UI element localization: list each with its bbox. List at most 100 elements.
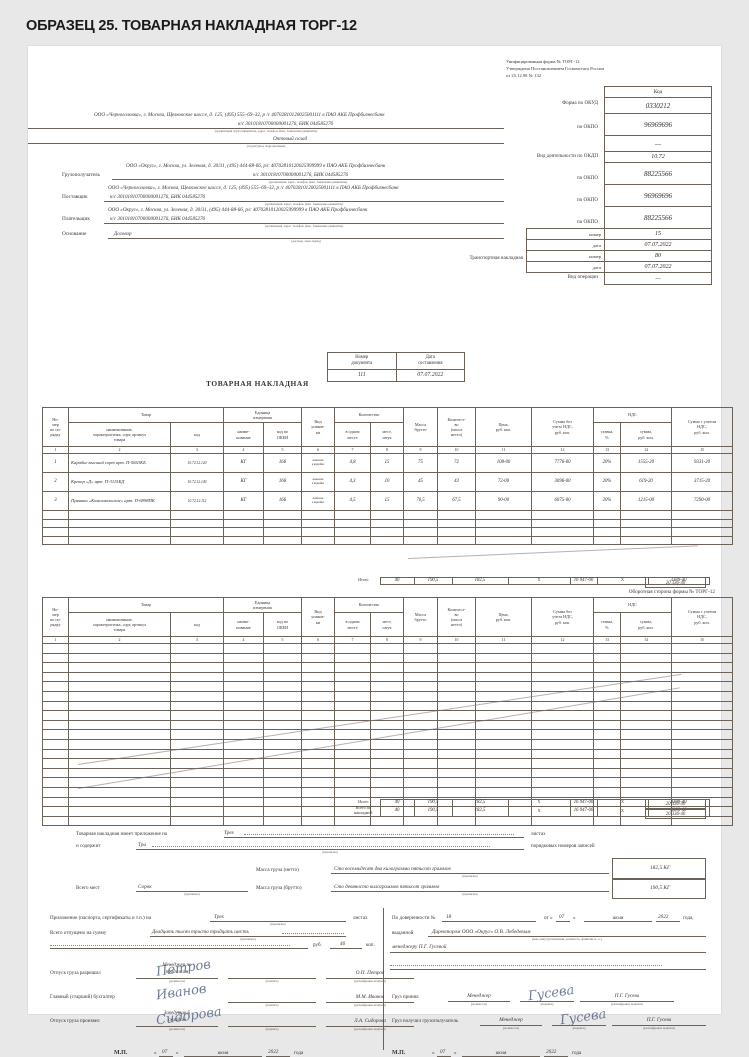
cell-empty (593, 786, 622, 798)
th-vat: НДС (593, 407, 673, 423)
cell-empty (671, 652, 734, 664)
stamp-label-left: М.П. (114, 1050, 128, 1056)
cell-empty (437, 671, 477, 683)
table-row-empty (42, 710, 734, 721)
cell-empty (263, 777, 302, 788)
cell-empty (223, 777, 264, 788)
th-sum-without-vat: Сумма без учета НДС, руб. коп. (531, 407, 595, 447)
cell-empty (301, 671, 335, 683)
cell-empty (475, 738, 533, 750)
th2-price-l2: руб. коп. (495, 617, 512, 622)
cell-empty (593, 767, 622, 779)
cell-empty (223, 690, 264, 702)
cell-empty (68, 806, 171, 817)
cell-empty (531, 671, 595, 683)
stamp-label-right: М.П. (392, 1050, 406, 1056)
table-row-empty (42, 815, 734, 827)
th-qty-per-place: в одном месте (334, 422, 371, 447)
table2-header-row-2: наименование, характеристика, сорт, арти… (43, 612, 733, 637)
cell-sum-with-vat: 9331-20 (671, 453, 734, 473)
cell-empty (301, 681, 335, 692)
cell-qty-per-place: 4,5 (334, 491, 371, 511)
col-number-3: 3 (170, 446, 224, 454)
signature-glyph-0: Петров (155, 957, 212, 980)
cell-empty (403, 510, 439, 520)
date-day-left: 07 (162, 1049, 168, 1055)
cell-places: 10 (369, 472, 405, 492)
cell-empty (68, 767, 171, 779)
table-row-empty (42, 652, 734, 664)
signature-line-hint-0: (подпись) (265, 979, 279, 983)
col-number-9: 9 (403, 446, 439, 454)
cell-empty (223, 815, 264, 827)
right-signature-position-1: Менеджер (499, 1017, 523, 1023)
cell-empty (170, 662, 224, 673)
cell-empty (437, 748, 477, 760)
signature-glyph-1: Иванов (155, 981, 208, 1004)
cell-empty (671, 527, 734, 537)
col-number-15: 15 (671, 636, 734, 644)
cell-empty (334, 535, 371, 546)
cell-empty (301, 643, 335, 654)
table-row-empty (42, 671, 734, 683)
cell-empty (475, 748, 533, 760)
cell-package: навалом в коробке (301, 491, 335, 511)
cell-empty (620, 643, 673, 654)
cell-empty (68, 710, 171, 721)
col-number-6: 6 (301, 636, 335, 644)
cell-empty (437, 518, 477, 529)
cell-empty (301, 700, 335, 712)
invoice-number-box-value-row: 111 07.07.2022 (328, 369, 464, 381)
proxy-day-rule (556, 921, 570, 922)
cell-empty (369, 690, 405, 702)
grand-qty-net: 182,5 (451, 805, 509, 817)
cell-empty (475, 815, 533, 827)
signature-name-hint-1: (расшифровка подписи) (354, 1003, 386, 1007)
attachment-unit: листах (353, 915, 368, 921)
payer-hint: (организация, адрес, телефон, факс, банк… (264, 224, 344, 228)
cell-empty (170, 777, 224, 788)
col-number-11: 11 (475, 446, 533, 454)
th-goods-name: наименование, характеристика, сорт, арти… (68, 422, 171, 447)
cell-goods-code: 10.72.12.120 (170, 453, 224, 473)
cell-sum-without-vat: 6075-00 (531, 491, 595, 511)
cell-empty (301, 690, 335, 702)
right-signature-line-hint-0: (подпись) (540, 1002, 554, 1006)
col-number-5: 5 (263, 636, 302, 644)
form-header: Унифицированная форма № ТОРГ-12 Утвержде… (506, 58, 716, 79)
cell-empty (68, 535, 171, 546)
th2-vat-sum-l2: руб. коп. (638, 624, 654, 630)
invoice-title: ТОВАРНАЯ НАКЛАДНАЯ (206, 379, 309, 388)
cell-empty (531, 535, 595, 546)
cell-empty (170, 710, 224, 721)
cell-empty (68, 681, 171, 692)
table-row-empty (42, 700, 734, 712)
cell-empty (42, 652, 69, 664)
th2-qty-net-l4: нетто) (450, 622, 463, 628)
th2-goods-code: код (170, 612, 224, 637)
cell-empty (263, 535, 302, 546)
right-signature-position-0: Менеджер (467, 993, 491, 999)
cell-places: 15 (369, 491, 405, 511)
supplier-line1: ООО «Черноголовка», г. Москва, Щелковско… (108, 185, 399, 191)
cell-empty (263, 662, 302, 673)
cell-empty (301, 815, 335, 827)
proxy-day: 07 (559, 914, 565, 920)
table-row-empty (42, 518, 734, 529)
table-row: 1 Карабье высший сорт арт. П-5663КБ 10.72.… (42, 453, 734, 473)
cell-empty (369, 681, 405, 692)
col-number-13: 13 (593, 636, 622, 644)
waybill-label: Транспортная накладная (469, 255, 523, 261)
th2-unit: Единица измерения (223, 597, 302, 613)
supplier-line2: к/с 30101810700000001276, БИК 044585276 (110, 194, 206, 200)
th-mass-gross-l2: брутто (414, 427, 427, 432)
th2-unit-name-l2: нование (236, 624, 251, 630)
cell-empty (620, 767, 673, 779)
cell-empty (593, 652, 622, 664)
cell-empty (42, 518, 69, 529)
th-price-l2: руб. коп. (495, 427, 512, 432)
cell-empty (68, 510, 171, 520)
cell-empty (369, 786, 405, 798)
issued-hint: (кем, кому (организация, должность, фами… (532, 937, 602, 941)
th2-sum-with-vat-l3: руб. коп. (694, 619, 710, 625)
